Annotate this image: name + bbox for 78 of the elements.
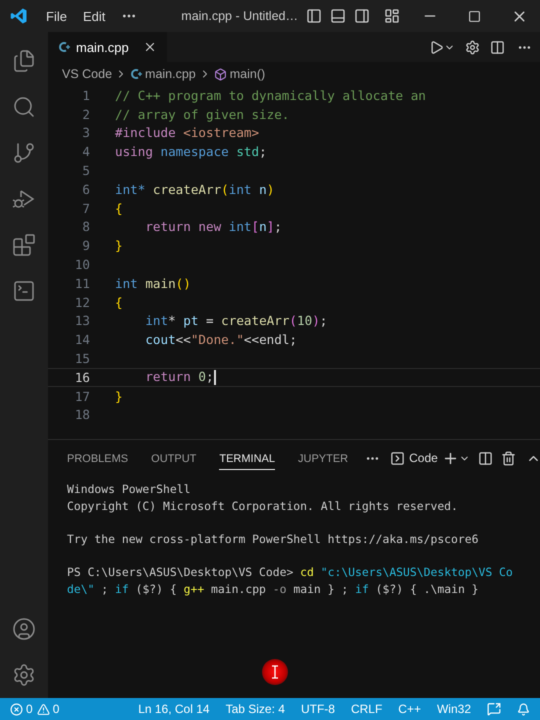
trash-icon[interactable]: [500, 450, 516, 466]
code-line: using namespace std;: [115, 144, 267, 160]
line-number: 15: [74, 351, 90, 366]
panel-tab[interactable]: PROBLEMS: [67, 446, 128, 470]
line-number: 18: [74, 407, 90, 422]
toggle-sidebar-icon[interactable]: [306, 8, 322, 24]
split-terminal-icon[interactable]: [478, 450, 493, 466]
code-line: // array of given size.: [115, 106, 290, 122]
toggle-panel-icon[interactable]: [330, 8, 346, 24]
code-line: {: [115, 200, 123, 216]
line-number: 2: [81, 106, 90, 122]
panel-tab[interactable]: TERMINAL: [219, 446, 275, 470]
maximize-icon[interactable]: [468, 10, 481, 22]
tab-label: main.cpp: [76, 40, 129, 54]
feedback-icon[interactable]: [487, 702, 501, 716]
code-line: return new int[n];: [144, 219, 282, 234]
breadcrumb[interactable]: main(): [230, 67, 266, 81]
line-number: 13: [74, 313, 90, 328]
terminal-line: Try the new cross-platform PowerShell https://aka.ms/pscore6: [67, 532, 480, 548]
cube-icon: [214, 68, 227, 80]
line-number: 10: [74, 257, 90, 272]
line-number: 1: [81, 88, 90, 103]
terminal-selector[interactable]: Code: [409, 451, 438, 465]
terminal-line: PS C:\Users\ASUS\Desktop\VS Code> cd "c:\Users\ASUS\Desktop\VS Co: [67, 564, 514, 581]
editor-tab[interactable]: main.cpp: [48, 32, 167, 62]
bell-icon[interactable]: [517, 702, 530, 716]
layout-icon[interactable]: [384, 8, 400, 24]
terminal-icon[interactable]: [390, 450, 406, 466]
status-item[interactable]: UTF-8: [300, 702, 335, 716]
breadcrumb[interactable]: main.cpp: [145, 67, 196, 81]
line-number: 9: [81, 238, 90, 254]
code-line: int main(): [115, 276, 191, 291]
code-line: return 0;: [144, 369, 216, 386]
cpp-file-icon: [58, 41, 70, 53]
breadcrumb[interactable]: VS Code: [62, 67, 112, 81]
settings-icon[interactable]: [465, 40, 480, 54]
line-number: 17: [74, 388, 90, 404]
line-number: 6: [81, 182, 90, 197]
menu-item[interactable]: File: [38, 8, 75, 24]
status-item[interactable]: Win32: [436, 702, 471, 716]
line-number: 11: [74, 276, 90, 291]
code-line: {: [115, 294, 123, 310]
menu-item[interactable]: Edit: [74, 8, 114, 24]
code-line: }: [115, 388, 123, 404]
toggle-secondary-sidebar-icon[interactable]: [354, 8, 370, 24]
terminal-line: Copyright (C) Microsoft Corporation. All rights reserved.: [67, 498, 459, 515]
code-line: #include <iostream>: [115, 125, 260, 140]
cpp-file-icon: [130, 68, 142, 80]
terminal-line: Windows PowerShell: [67, 482, 192, 498]
line-number: 3: [81, 125, 90, 140]
split-editor-icon[interactable]: [490, 40, 505, 54]
line-number: 14: [74, 332, 90, 348]
run-icon[interactable]: [429, 40, 444, 54]
app-logo-icon: [10, 7, 28, 25]
status-item[interactable]: C++: [398, 702, 421, 716]
panel-tab[interactable]: JUPYTER: [298, 446, 348, 470]
status-item[interactable]: Ln 16, Col 14: [138, 702, 210, 716]
panel-tab[interactable]: OUTPUT: [151, 446, 196, 470]
code-line: int* createArr(int n): [115, 182, 274, 197]
warning-count: 0: [52, 702, 60, 716]
code-line: }: [115, 238, 123, 254]
error-count: 0: [26, 702, 33, 716]
window-title: main.cpp - Untitled…: [181, 9, 298, 23]
error-icon[interactable]: [10, 702, 23, 716]
line-number: 5: [81, 163, 90, 178]
code-line: cout<<"Done."<<endl;: [144, 332, 297, 348]
status-item[interactable]: Tab Size: 4: [226, 702, 285, 716]
code-line: int* pt = createArr(10);: [144, 313, 328, 328]
line-number: 7: [81, 200, 90, 216]
line-number: 4: [81, 144, 90, 160]
warning-icon[interactable]: [36, 702, 50, 716]
terminal-line: de\" ; if ($?) { g++ main.cpp -o main } ; if ($?) { .\main }: [67, 582, 480, 598]
line-number: 12: [74, 294, 90, 310]
line-number: 16: [74, 370, 90, 385]
status-item[interactable]: CRLF: [350, 702, 382, 716]
line-number: 8: [81, 219, 90, 234]
code-line: // C++ program to dynamically allocate an: [115, 88, 426, 103]
mouse-pointer-icon: [262, 659, 288, 685]
